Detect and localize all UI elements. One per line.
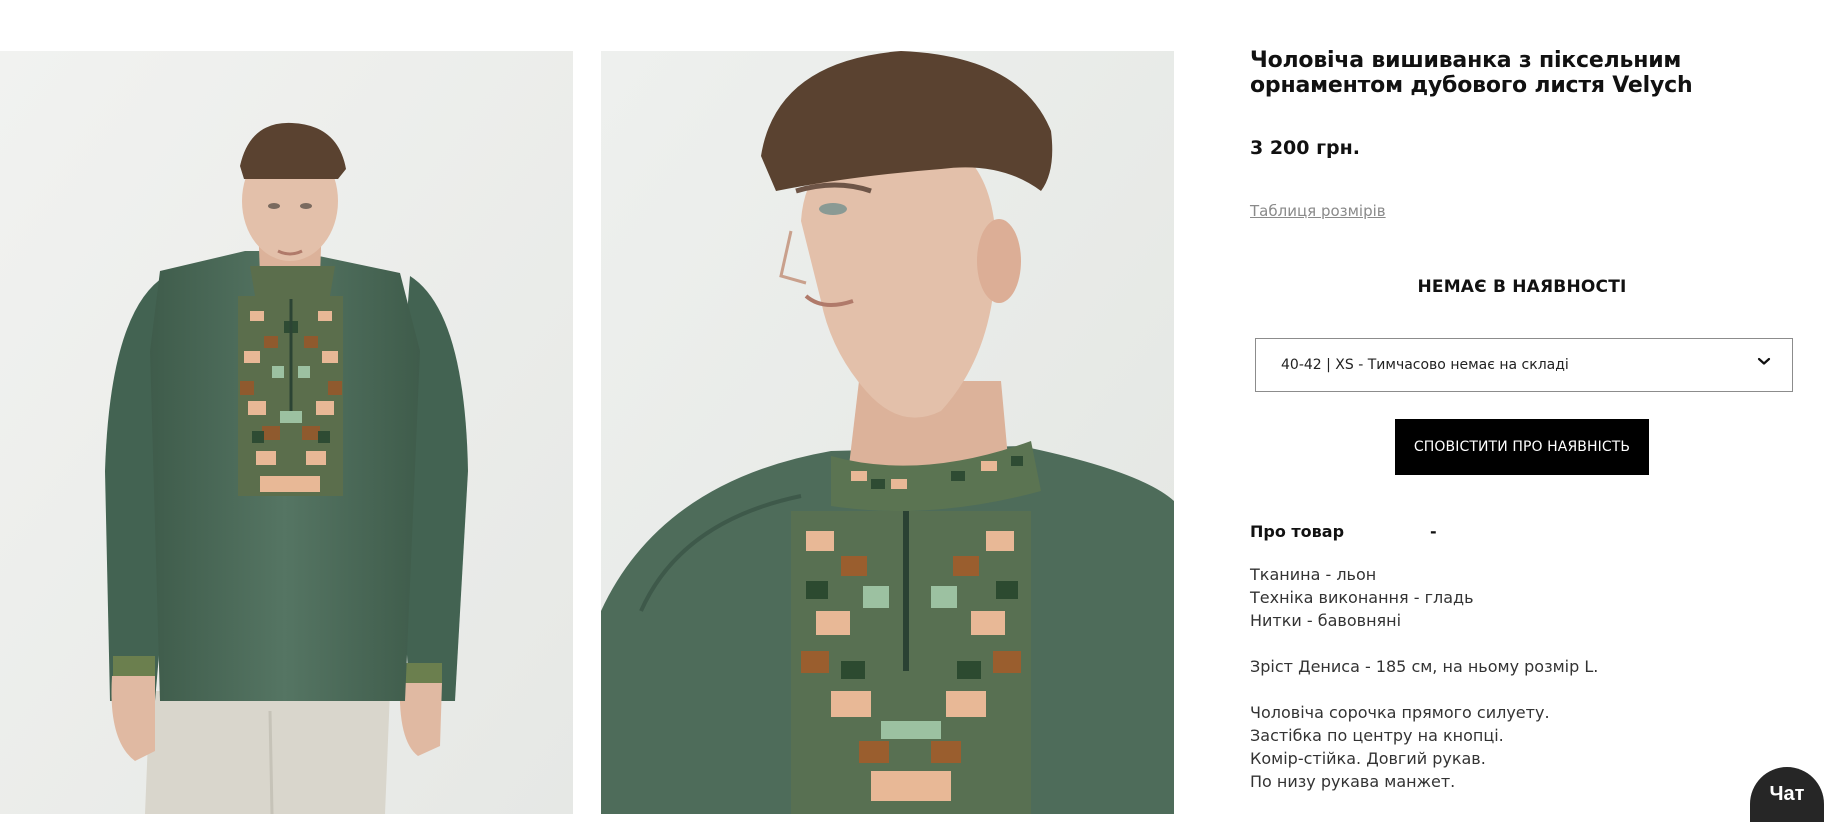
product-photo-2[interactable]: [601, 51, 1174, 814]
description-line: По низу рукава манжет.: [1250, 772, 1456, 791]
product-title: Чоловіча вишиванка з піксельним орнамент…: [1250, 48, 1693, 98]
product-description: Тканина - льон Техніка виконання - гладь…: [1250, 563, 1598, 793]
description-line: Застібка по центру на кнопці.: [1250, 726, 1504, 745]
description-spacer: [1250, 678, 1598, 701]
model-full-body-illustration: [0, 51, 573, 814]
chevron-down-icon: [1757, 357, 1771, 365]
description-line: Тканина - льон: [1250, 565, 1377, 584]
size-table-link[interactable]: Таблиця розмірів: [1250, 202, 1386, 220]
description-line: Комір-стійка. Довгий рукав.: [1250, 749, 1486, 768]
description-line: Чоловіча сорочка прямого силуету.: [1250, 703, 1550, 722]
stock-status: НЕМАЄ В НАЯВНОСТІ: [1417, 277, 1627, 297]
product-price: 3 200 грн.: [1250, 137, 1360, 159]
about-collapse-toggle[interactable]: -: [1430, 522, 1437, 541]
notify-availability-button[interactable]: СПОВІСТИТИ ПРО НАЯВНІСТЬ: [1395, 419, 1649, 475]
size-select-value: 40-42 | XS - Тимчасово немає на складі: [1281, 357, 1569, 373]
chat-button[interactable]: Чат: [1750, 767, 1824, 822]
description-line: Нитки - бавовняні: [1250, 611, 1402, 630]
model-closeup-illustration: [601, 51, 1174, 814]
description-line: Зріст Дениса - 185 см, на ньому розмір L…: [1250, 657, 1599, 676]
description-line: Техніка виконання - гладь: [1250, 588, 1474, 607]
about-product-label: Про товар: [1250, 522, 1345, 541]
product-photo-1[interactable]: [0, 51, 573, 814]
size-select[interactable]: 40-42 | XS - Тимчасово немає на складі: [1255, 338, 1793, 392]
description-spacer: [1250, 632, 1598, 655]
